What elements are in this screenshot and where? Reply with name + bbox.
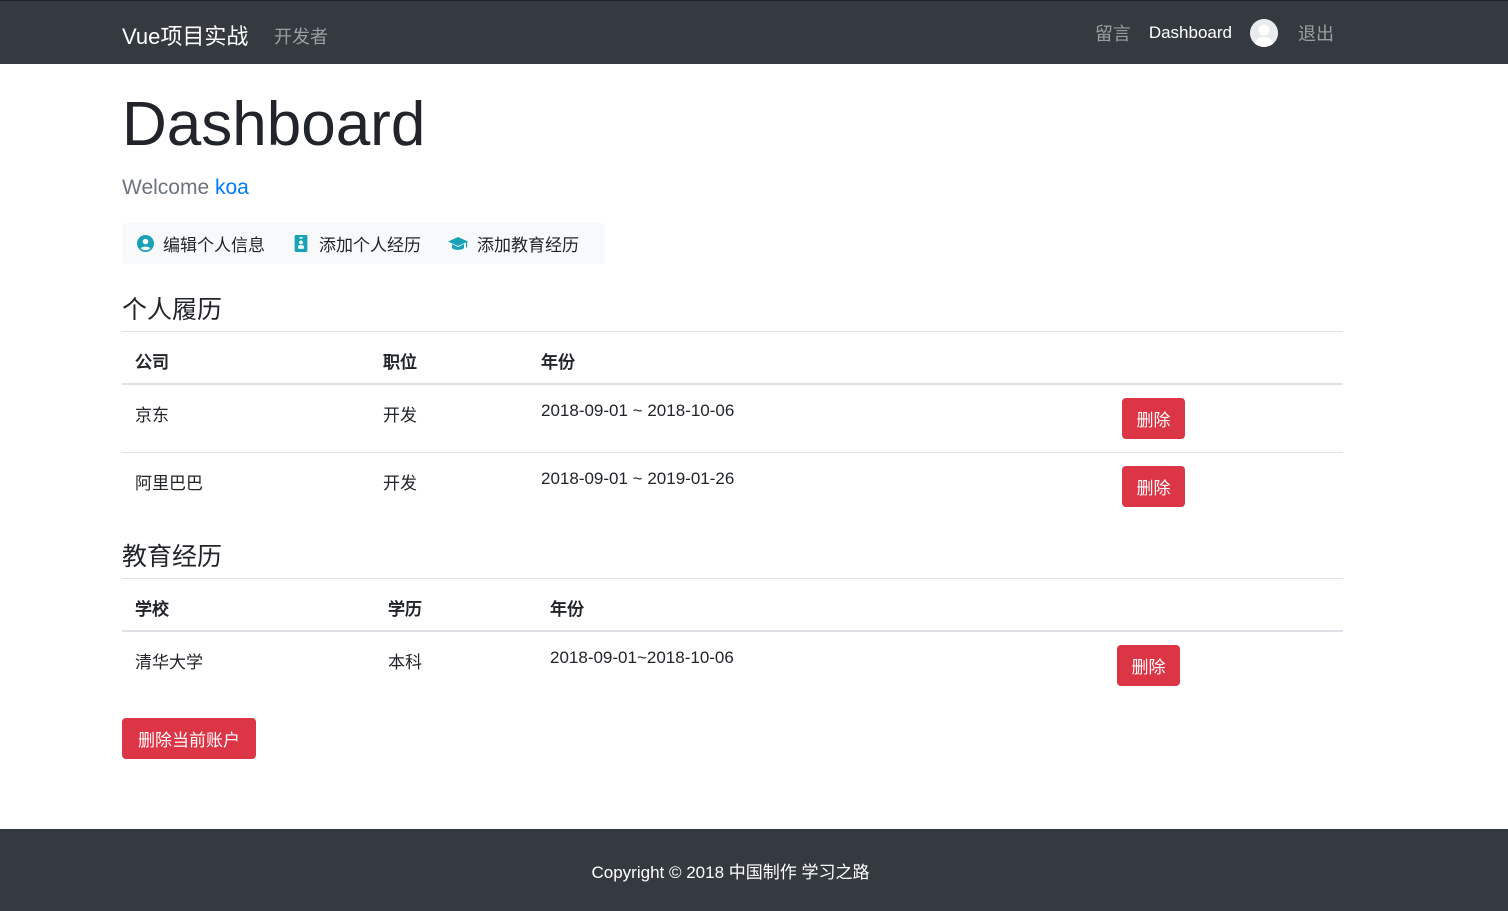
welcome-text: Welcome koa bbox=[122, 176, 249, 200]
profile-actions-group: 编辑个人信息 添加个人经历 添加教育经历 bbox=[122, 223, 605, 264]
nav-developers-link[interactable]: 开发者 bbox=[274, 23, 328, 49]
header-years: 年份 bbox=[550, 600, 584, 619]
welcome-prefix: Welcome bbox=[122, 176, 210, 199]
degree-cell: 本科 bbox=[388, 653, 422, 672]
top-navbar: Vue项目实战 开发者 留言 Dashboard 退出 bbox=[0, 0, 1508, 64]
header-school: 学校 bbox=[135, 600, 169, 619]
experience-section-title: 个人履历 bbox=[122, 296, 223, 324]
education-section-title: 教育经历 bbox=[122, 543, 223, 571]
table-row: 清华大学 本科 2018-09-01~2018-10-06 删除 bbox=[122, 632, 1343, 700]
education-table-header: 学校 学历 年份 bbox=[122, 578, 1343, 632]
username-link[interactable]: koa bbox=[215, 176, 249, 199]
header-years: 年份 bbox=[541, 353, 575, 372]
edit-profile-label: 编辑个人信息 bbox=[163, 236, 265, 255]
id-badge-icon bbox=[291, 234, 311, 254]
footer: Copyright © 2018 中国制作 学习之路 bbox=[0, 829, 1508, 911]
page-title: Dashboard bbox=[122, 90, 426, 159]
add-experience-button[interactable]: 添加个人经历 bbox=[291, 231, 421, 256]
brand-link[interactable]: Vue项目实战 bbox=[122, 19, 248, 51]
education-table: 学校 学历 年份 清华大学 本科 2018-09-01~2018-10-06 删… bbox=[122, 578, 1343, 700]
school-cell: 清华大学 bbox=[135, 653, 203, 672]
user-avatar-icon[interactable] bbox=[1250, 19, 1278, 47]
add-education-label: 添加教育经历 bbox=[477, 236, 579, 255]
add-education-button[interactable]: 添加教育经历 bbox=[447, 231, 579, 256]
company-cell: 京东 bbox=[135, 406, 169, 425]
delete-experience-button[interactable]: 删除 bbox=[1122, 466, 1185, 507]
header-company: 公司 bbox=[135, 353, 169, 372]
position-cell: 开发 bbox=[383, 406, 417, 425]
nav-messages-link[interactable]: 留言 bbox=[1095, 20, 1131, 46]
header-degree: 学历 bbox=[388, 600, 422, 619]
delete-experience-button[interactable]: 删除 bbox=[1122, 398, 1185, 439]
nav-logout-link[interactable]: 退出 bbox=[1298, 20, 1334, 46]
experience-table: 公司 职位 年份 京东 开发 2018-09-01 ~ 2018-10-06 删… bbox=[122, 331, 1343, 521]
nav-right-group: 留言 Dashboard 退出 bbox=[1095, 1, 1334, 65]
table-row: 京东 开发 2018-09-01 ~ 2018-10-06 删除 bbox=[122, 385, 1343, 453]
years-cell: 2018-09-01 ~ 2019-01-26 bbox=[541, 469, 735, 488]
company-cell: 阿里巴巴 bbox=[135, 474, 203, 493]
delete-education-button[interactable]: 删除 bbox=[1117, 645, 1180, 686]
edit-profile-button[interactable]: 编辑个人信息 bbox=[135, 231, 265, 256]
graduation-cap-icon bbox=[447, 234, 469, 254]
position-cell: 开发 bbox=[383, 474, 417, 493]
nav-dashboard-link[interactable]: Dashboard bbox=[1149, 23, 1232, 43]
header-position: 职位 bbox=[383, 353, 417, 372]
user-circle-icon bbox=[135, 234, 155, 254]
footer-copyright: Copyright © 2018 中国制作 学习之路 bbox=[591, 862, 870, 882]
table-row: 阿里巴巴 开发 2018-09-01 ~ 2019-01-26 删除 bbox=[122, 453, 1343, 521]
experience-table-header: 公司 职位 年份 bbox=[122, 331, 1343, 385]
years-cell: 2018-09-01 ~ 2018-10-06 bbox=[541, 401, 735, 420]
years-cell: 2018-09-01~2018-10-06 bbox=[550, 648, 734, 667]
delete-account-button[interactable]: 删除当前账户 bbox=[122, 718, 256, 759]
add-experience-label: 添加个人经历 bbox=[319, 236, 421, 255]
